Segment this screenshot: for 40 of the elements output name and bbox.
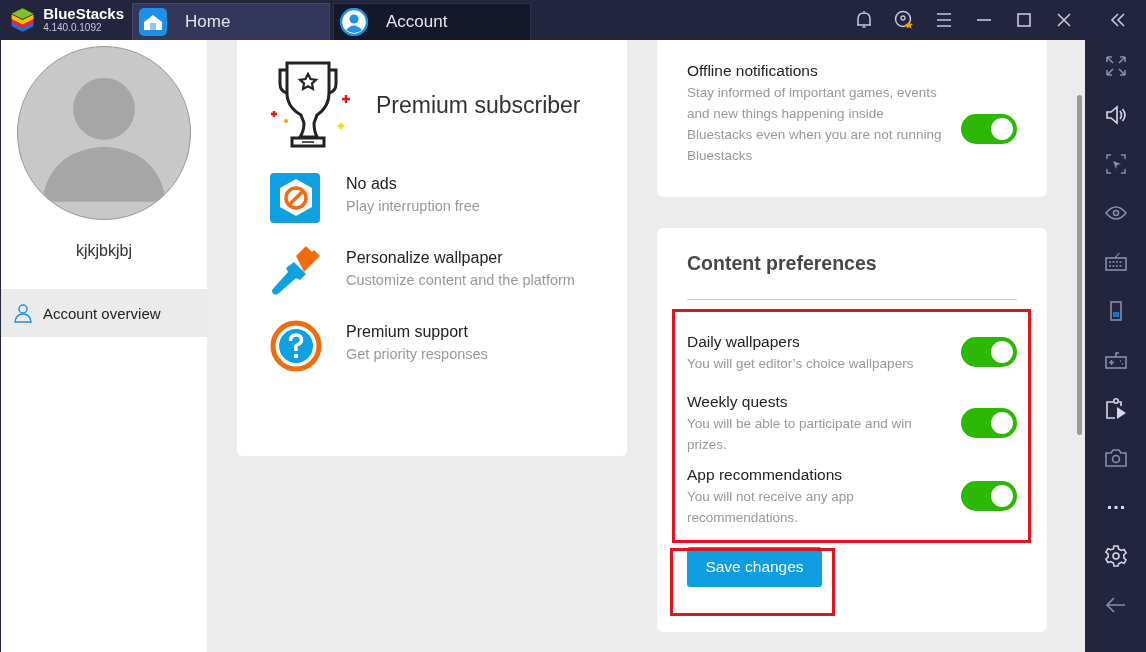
- toggle-switch[interactable]: [961, 408, 1017, 438]
- setting-description: You will be able to participate and win prizes.: [687, 415, 913, 454]
- camera-icon[interactable]: [1103, 446, 1128, 470]
- house-icon: [139, 8, 167, 36]
- app-name: BlueStacks: [43, 6, 124, 22]
- benefit-title: Personalize wallpaper: [346, 248, 504, 268]
- benefit-description: Customize content and the platform: [346, 271, 576, 290]
- fullscreen-icon[interactable]: [1103, 54, 1128, 78]
- toggle-switch[interactable]: [961, 337, 1017, 367]
- version-label: 4.140.0.1092: [43, 22, 103, 34]
- setting-title: Daily wallpapers: [687, 331, 801, 352]
- setting-description: You will get editor’s choice wallpapers: [687, 354, 915, 373]
- setting-title: Offline notifications: [687, 61, 819, 81]
- toggle-switch[interactable]: [961, 481, 1017, 511]
- benefit-description: Get priority responses: [346, 345, 489, 364]
- username: kjkjbkjbj: [76, 242, 132, 260]
- speaker-icon[interactable]: [1103, 103, 1128, 127]
- scrollbar-thumb[interactable]: [1077, 95, 1082, 435]
- keyboard-icon[interactable]: [1103, 250, 1128, 274]
- cursor-icon[interactable]: [1103, 152, 1128, 176]
- tab[interactable]: Home: [132, 3, 330, 40]
- benefit-title: No ads: [346, 174, 398, 194]
- premium-title: Premium subscriber: [376, 91, 581, 119]
- help-icon: [270, 320, 322, 372]
- setting-title: Weekly quests: [687, 392, 789, 412]
- setting-description: Stay informed of important games, events and new things happening inside Bluestacks even when you are not running Bluestacks: [687, 84, 943, 165]
- benefit-title: Premium support: [346, 322, 469, 342]
- tab[interactable]: Account: [333, 3, 531, 40]
- settings-icon[interactable]: [1103, 544, 1128, 568]
- media-icon[interactable]: [1103, 397, 1128, 421]
- person-icon: [13, 303, 33, 323]
- toggle-switch[interactable]: [961, 113, 1017, 144]
- no-ads-icon: [270, 172, 322, 224]
- setting-title: App recommendations: [687, 465, 844, 485]
- benefit-description: Play interruption free: [346, 197, 481, 216]
- nav-item[interactable]: Account overview: [1, 289, 207, 337]
- trophy-icon: [270, 60, 352, 150]
- setting-description: You will not receive any app recommendations.: [687, 488, 855, 527]
- user-icon: [340, 8, 368, 36]
- section-heading: Content preferences: [687, 252, 878, 275]
